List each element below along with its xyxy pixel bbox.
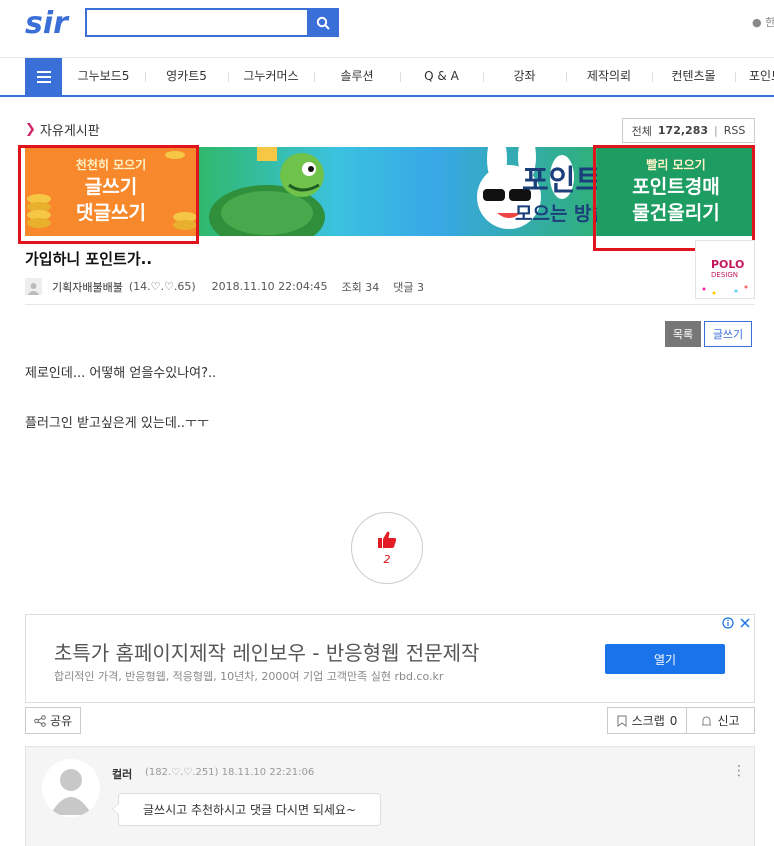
ad-open-button[interactable]: 열기: [605, 644, 725, 674]
siren-icon: [702, 716, 712, 726]
post-comment-count: 댓글 3: [393, 280, 425, 294]
ad-thumb-sub: DESIGN: [711, 271, 738, 279]
write-button[interactable]: 글쓰기: [704, 321, 752, 347]
search-icon: [316, 16, 330, 30]
author-avatar-icon: [25, 278, 42, 295]
nav-items: 그누보드5 영카트5 그누커머스 솔루션 Q & A 강좌 제작의뢰 컨텐츠몰 …: [62, 58, 774, 95]
scrap-button[interactable]: 스크랩 0: [607, 707, 687, 734]
nav-item-point[interactable]: 포인트: [735, 58, 774, 95]
user-link[interactable]: ● 한: [752, 14, 774, 30]
hamburger-icon: [36, 70, 51, 83]
ad-choices[interactable]: [722, 617, 750, 629]
banner-middle-panel: 포인트 모으는 방법: [197, 147, 609, 236]
ad-title[interactable]: 초특가 홈페이지제작 레인보우 - 반응형웹 전문제작: [54, 637, 479, 666]
share-label: 공유: [49, 714, 73, 728]
thumbs-up-icon: [378, 531, 397, 548]
more-options-icon[interactable]: ⋮: [732, 763, 746, 779]
nav-item-contents[interactable]: 컨텐츠몰: [652, 58, 735, 95]
comment-info: (182.♡.♡.251) 18.11.10 22:21:06: [145, 767, 315, 778]
ad-thumb-brand: POLO: [711, 258, 744, 271]
post-meta: 기획자배불배불 (14.♡.♡.65) 2018.11.10 22:04:45 …: [25, 278, 424, 295]
share-icon: [34, 714, 46, 727]
post-date: 2018.11.10 22:04:45: [211, 280, 328, 293]
rss-link[interactable]: RSS: [724, 124, 746, 137]
point-banner[interactable]: 천천히 모으기 글쓰기 댓글쓰기 포인트 모으는 방법 빨리 모으기 포인트경매…: [25, 147, 755, 236]
nav-item-gnucommerce[interactable]: 그누커머스: [228, 58, 314, 95]
menu-button[interactable]: [25, 58, 62, 95]
banner-left-line2: 댓글쓰기: [76, 202, 146, 224]
close-icon: [740, 618, 750, 628]
board-title-label: 자유게시판: [39, 124, 100, 139]
board-count: 전체 172,283 | RSS: [622, 118, 755, 143]
chevron-right-icon: ❯: [25, 122, 36, 137]
post-author[interactable]: 기획자배불배불: [52, 279, 123, 295]
ad-thumbnail[interactable]: POLO DESIGN: [695, 240, 755, 299]
scrap-label: 스크랩: [631, 714, 665, 728]
divider: [25, 304, 755, 305]
like-button[interactable]: 2: [351, 512, 423, 584]
banner-left-panel: 천천히 모으기 글쓰기 댓글쓰기: [25, 147, 197, 236]
site-logo[interactable]: sir: [25, 5, 73, 41]
banner-right-line2: 물건올리기: [632, 202, 720, 224]
banner-left-line1: 글쓰기: [84, 176, 138, 198]
comment-item: 컬러 (182.♡.♡.251) 18.11.10 22:21:06 ⋮ 글쓰시…: [25, 746, 755, 846]
banner-left-small: 천천히 모으기: [75, 158, 147, 172]
comment-avatar[interactable]: [42, 759, 100, 817]
main-nav: 그누보드5 영카트5 그누커머스 솔루션 Q & A 강좌 제작의뢰 컨텐츠몰 …: [0, 58, 774, 97]
svg-text:sir: sir: [25, 6, 70, 39]
comment-author[interactable]: 컬러: [112, 766, 132, 782]
report-button[interactable]: 신고: [686, 707, 755, 734]
nav-item-lecture[interactable]: 강좌: [483, 58, 566, 95]
nav-item-qna[interactable]: Q & A: [400, 58, 483, 95]
banner-right-small: 빨리 모으기: [646, 158, 706, 172]
list-button[interactable]: 목록: [665, 321, 701, 347]
post-author-ip: (14.♡.♡.65): [128, 280, 196, 293]
site-header: sir ● 한: [0, 0, 774, 58]
post-views: 조회 34: [341, 280, 380, 294]
post-body-line: 제로인데... 어떻해 얻을수있나여?..: [25, 366, 217, 381]
nav-item-request[interactable]: 제작의뢰: [566, 58, 652, 95]
divider: |: [714, 124, 718, 137]
ad-banner[interactable]: 초특가 홈페이지제작 레인보우 - 반응형웹 전문제작 합리적인 가격, 반응형…: [25, 614, 755, 703]
nav-item-gnuboard5[interactable]: 그누보드5: [62, 58, 145, 95]
info-icon: [722, 617, 734, 629]
report-label: 신고: [717, 714, 740, 728]
nav-item-solution[interactable]: 솔루션: [314, 58, 400, 95]
comment-text: 글쓰시고 추천하시고 댓글 다시면 되세요~: [112, 793, 381, 826]
like-count: 2: [383, 552, 391, 566]
search-input[interactable]: [87, 10, 307, 35]
banner-right-line1: 포인트경매: [632, 176, 720, 198]
user-icon: ●: [752, 16, 762, 29]
board-count-label: 전체: [631, 124, 652, 138]
bookmark-icon: [617, 715, 627, 727]
scrap-count: 0: [669, 713, 678, 728]
post-title: 가입하니 포인트가..: [25, 250, 153, 268]
nav-item-youngcart5[interactable]: 영카트5: [145, 58, 228, 95]
board-count-value: 172,283: [657, 124, 709, 137]
share-button[interactable]: 공유: [25, 707, 81, 734]
post-body-line: 플러그인 받고싶은게 있는데..ㅜㅜ: [25, 416, 209, 431]
user-link-label: 한: [765, 16, 774, 29]
ad-subtitle: 합리적인 가격, 반응형웹, 적응형웹, 10년차, 2000여 기업 고객만족…: [54, 670, 444, 683]
search-box: [85, 8, 339, 37]
search-button[interactable]: [307, 8, 339, 37]
board-title[interactable]: ❯ 자유게시판: [25, 120, 100, 139]
banner-right-panel: 빨리 모으기 포인트경매 물건올리기: [597, 147, 755, 236]
